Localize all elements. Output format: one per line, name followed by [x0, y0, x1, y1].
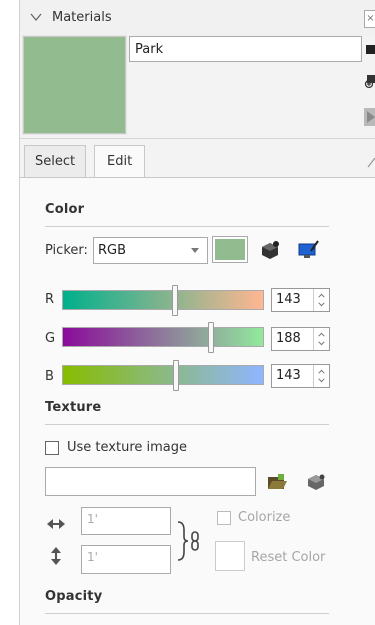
chevron-down-icon[interactable]: [30, 12, 42, 22]
blue-value-spinner[interactable]: 143: [271, 364, 330, 388]
red-value: 143: [276, 292, 301, 307]
blue-channel-label: B: [45, 369, 54, 384]
spinner-arrows-icon[interactable]: [313, 328, 329, 350]
use-texture-label: Use texture image: [67, 440, 187, 455]
blue-slider-thumb[interactable]: [173, 360, 179, 391]
green-channel-label: G: [45, 331, 56, 346]
material-name-input[interactable]: [129, 36, 362, 62]
reset-color-swatch[interactable]: [215, 541, 245, 571]
red-slider[interactable]: [62, 285, 264, 316]
spinner-arrows-icon[interactable]: [313, 289, 329, 311]
picker-select[interactable]: RGB: [93, 237, 208, 264]
red-channel-label: R: [45, 292, 55, 307]
width-arrows-icon: [47, 519, 65, 529]
red-slider-thumb[interactable]: [172, 285, 178, 316]
match-screen-color-icon[interactable]: [297, 239, 319, 261]
create-material-icon[interactable]: [364, 72, 375, 90]
reset-color-label: Reset Color: [251, 550, 326, 565]
current-color-fill: [215, 239, 245, 260]
edit-texture-icon[interactable]: [305, 471, 327, 493]
green-value-spinner[interactable]: 188: [271, 327, 330, 351]
material-preview-swatch: [22, 35, 127, 135]
opacity-section-title: Opacity: [45, 589, 103, 604]
tab-edit[interactable]: Edit: [94, 145, 146, 178]
blue-value: 143: [276, 368, 301, 383]
color-divider: [45, 226, 329, 227]
texture-height-input[interactable]: 1': [81, 545, 171, 574]
texture-divider: [45, 424, 329, 425]
chevron-down-icon: [191, 248, 199, 253]
texture-section-title: Texture: [45, 400, 102, 415]
green-slider[interactable]: [62, 322, 264, 353]
tab-select[interactable]: Select: [24, 145, 87, 177]
divider: [20, 138, 375, 139]
picker-label: Picker:: [45, 243, 88, 258]
height-arrows-icon: [51, 547, 61, 565]
materials-header[interactable]: Materials ×: [20, 0, 375, 36]
panel-title: Materials: [52, 10, 112, 25]
texture-path-input[interactable]: [45, 467, 256, 496]
colorize-checkbox[interactable]: [217, 511, 231, 525]
sample-paint-icon[interactable]: [364, 108, 375, 126]
match-model-color-icon[interactable]: [259, 239, 281, 261]
colorize-label: Colorize: [238, 510, 291, 525]
green-slider-thumb[interactable]: [208, 322, 214, 353]
materials-panel: Materials × Select Edit Color Picker: RG…: [19, 0, 375, 625]
display-icon[interactable]: [364, 42, 375, 60]
picker-select-value: RGB: [98, 243, 127, 258]
eyedropper-icon[interactable]: [366, 156, 375, 168]
red-value-spinner[interactable]: 143: [271, 288, 330, 312]
blue-slider[interactable]: [62, 360, 264, 391]
close-icon[interactable]: ×: [364, 10, 375, 28]
lock-aspect-ratio-icon[interactable]: [175, 520, 205, 562]
green-value: 188: [276, 331, 301, 346]
opacity-divider: [45, 613, 329, 614]
texture-width-input[interactable]: 1': [81, 507, 171, 535]
browse-folder-icon[interactable]: [266, 471, 288, 493]
spinner-arrows-icon[interactable]: [313, 365, 329, 387]
color-section-title: Color: [45, 202, 85, 217]
use-texture-checkbox[interactable]: [45, 441, 59, 455]
current-color-chip[interactable]: [212, 236, 248, 263]
